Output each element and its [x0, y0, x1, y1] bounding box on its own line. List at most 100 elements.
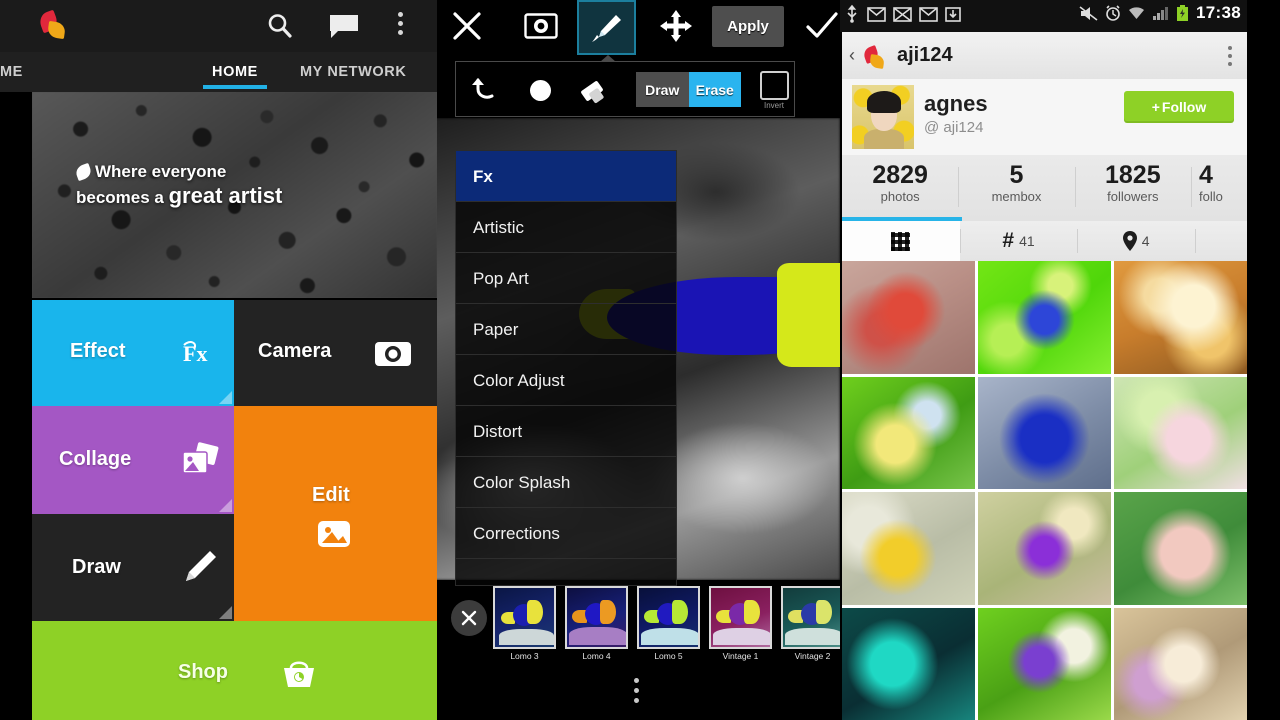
- follow-button[interactable]: + Follow: [1124, 91, 1234, 123]
- tile-draw[interactable]: Draw: [32, 514, 234, 621]
- apply-button[interactable]: Apply: [712, 6, 784, 47]
- editor-overflow-menu-icon[interactable]: [632, 678, 640, 708]
- draw-erase-toggle[interactable]: Draw Erase: [636, 72, 741, 107]
- check-icon[interactable]: [805, 10, 839, 42]
- pencil-icon: [180, 548, 220, 586]
- tile-collage-label: Collage: [59, 448, 132, 470]
- avatar[interactable]: [852, 85, 914, 149]
- tab-places[interactable]: 4: [1077, 221, 1195, 261]
- stat-photos-label: photos: [880, 189, 920, 205]
- screenshot-stage: ME HOME MY NETWORK Where everyone become…: [0, 0, 1280, 720]
- stat-followers[interactable]: 1825 followers: [1074, 155, 1191, 221]
- invert-toggle[interactable]: Invert: [754, 71, 794, 113]
- category-corrections[interactable]: Corrections: [456, 508, 676, 559]
- panel-user-profile: 17:38 ‹ aji124 agnes @ aji124 + Follow 2…: [840, 0, 1247, 720]
- hash-icon: #: [1002, 229, 1015, 252]
- tile-edit[interactable]: Edit: [234, 406, 437, 621]
- photo-grid-item[interactable]: [978, 261, 1111, 374]
- invert-checkbox-icon[interactable]: [759, 71, 789, 100]
- category-artistic[interactable]: Artistic: [456, 202, 676, 253]
- stat-photos[interactable]: 2829 photos: [842, 155, 958, 221]
- category-pop-art[interactable]: Pop Art: [456, 253, 676, 304]
- thumbnail-label: Vintage 1: [722, 651, 759, 661]
- back-chevron-icon[interactable]: ‹: [849, 45, 855, 66]
- profile-stats-bar: 2829 photos 5 membox 1825 followers 4 fo…: [842, 155, 1247, 221]
- camera-icon: [374, 338, 412, 368]
- shopping-basket-icon: [280, 655, 318, 691]
- tab-my-network[interactable]: MY NETWORK: [300, 52, 437, 92]
- stat-following[interactable]: 4 follo: [1190, 155, 1247, 221]
- tile-effect[interactable]: Effect Fx: [32, 300, 234, 406]
- close-icon[interactable]: [451, 10, 483, 42]
- follow-button-label: Follow: [1161, 99, 1207, 115]
- undo-icon[interactable]: [470, 74, 502, 106]
- stat-photos-value: 2829: [872, 161, 928, 189]
- photo-grid-item[interactable]: [842, 261, 975, 374]
- stat-following-label: follo: [1198, 189, 1223, 205]
- tab-photo-grid[interactable]: [842, 221, 960, 261]
- camera-icon[interactable]: [524, 12, 558, 40]
- panel-home-screen: ME HOME MY NETWORK Where everyone become…: [0, 0, 437, 720]
- close-tray-icon[interactable]: [451, 600, 487, 636]
- editor-toolbar: Apply: [437, 0, 840, 55]
- photo-grid-item[interactable]: [842, 607, 975, 720]
- tile-camera[interactable]: Camera: [234, 300, 437, 406]
- tab-me[interactable]: ME: [0, 52, 100, 92]
- photo-grid-item[interactable]: [978, 376, 1111, 489]
- search-icon[interactable]: [265, 11, 295, 41]
- brush-tool-button[interactable]: [577, 0, 636, 55]
- photo-grid-item[interactable]: [1114, 607, 1247, 720]
- photo-grid-item[interactable]: [978, 492, 1111, 605]
- stat-following-value: 4: [1198, 161, 1213, 189]
- move-icon[interactable]: [659, 9, 693, 43]
- eraser-icon[interactable]: [578, 76, 608, 104]
- category-paper[interactable]: Paper: [456, 304, 676, 355]
- thumbnail-item[interactable]: Vintage 2: [781, 586, 840, 672]
- effect-thumbnail-tray: Lomo 3 Lomo 4 Lomo 5 Vintage 1 Vintage 2: [437, 586, 840, 672]
- wifi-icon: [1129, 6, 1145, 19]
- stat-membox-label: membox: [991, 189, 1042, 205]
- tile-collage[interactable]: Collage: [32, 406, 234, 514]
- stat-membox-value: 5: [1009, 161, 1024, 189]
- tile-draw-label: Draw: [72, 556, 121, 578]
- tile-corner-marker: [219, 606, 232, 619]
- thumbnail-label: Vintage 2: [794, 651, 831, 661]
- photo-grid-item[interactable]: [842, 376, 975, 489]
- stat-membox[interactable]: 5 membox: [958, 155, 1074, 221]
- profile-tab-bar: # 41 4: [842, 221, 1247, 262]
- photo-grid-item[interactable]: [1114, 261, 1247, 374]
- photo-grid-item[interactable]: [978, 607, 1111, 720]
- signal-icon: [1153, 6, 1169, 20]
- thumbnail-item[interactable]: Vintage 1: [709, 586, 772, 672]
- thumbnail-item[interactable]: Lomo 5: [637, 586, 700, 672]
- thumbnail-item[interactable]: Lomo 3: [493, 586, 556, 672]
- draw-mode-button[interactable]: Draw: [636, 72, 689, 107]
- collage-icon: [180, 442, 220, 478]
- photo-grid-item[interactable]: [1114, 376, 1247, 489]
- category-color-splash[interactable]: Color Splash: [456, 457, 676, 508]
- hero-banner[interactable]: Where everyone becomes a great artist: [32, 92, 437, 298]
- category-color-adjust[interactable]: Color Adjust: [456, 355, 676, 406]
- category-distort[interactable]: Distort: [456, 406, 676, 457]
- hero-text: Where everyone becomes a great artist: [74, 162, 283, 210]
- thumbnail-item[interactable]: Lomo 4: [565, 586, 628, 672]
- overflow-menu-icon[interactable]: [396, 12, 404, 40]
- effect-category-list[interactable]: Fx Artistic Pop Art Paper Color Adjust D…: [455, 150, 677, 586]
- android-status-bar: 17:38: [840, 0, 1247, 32]
- brush-size-icon[interactable]: [530, 80, 551, 101]
- mail-icon: [919, 6, 938, 22]
- hero-logo-icon: [74, 163, 93, 182]
- erase-mode-button[interactable]: Erase: [688, 72, 741, 107]
- tile-effect-label: Effect: [70, 340, 126, 362]
- tile-shop[interactable]: Shop: [32, 621, 437, 720]
- photo-grid-item[interactable]: [1114, 492, 1247, 605]
- hero-line-2-strong: great artist: [168, 182, 283, 208]
- category-fx[interactable]: Fx: [456, 151, 676, 202]
- thumbnail-label: Lomo 4: [582, 651, 611, 661]
- overflow-menu-icon[interactable]: [1227, 46, 1233, 68]
- chat-icon[interactable]: [328, 13, 360, 39]
- tab-more[interactable]: [1195, 221, 1247, 261]
- photo-grid-item[interactable]: [842, 492, 975, 605]
- home-action-bar: [0, 0, 437, 52]
- tab-tags[interactable]: # 41: [959, 221, 1078, 261]
